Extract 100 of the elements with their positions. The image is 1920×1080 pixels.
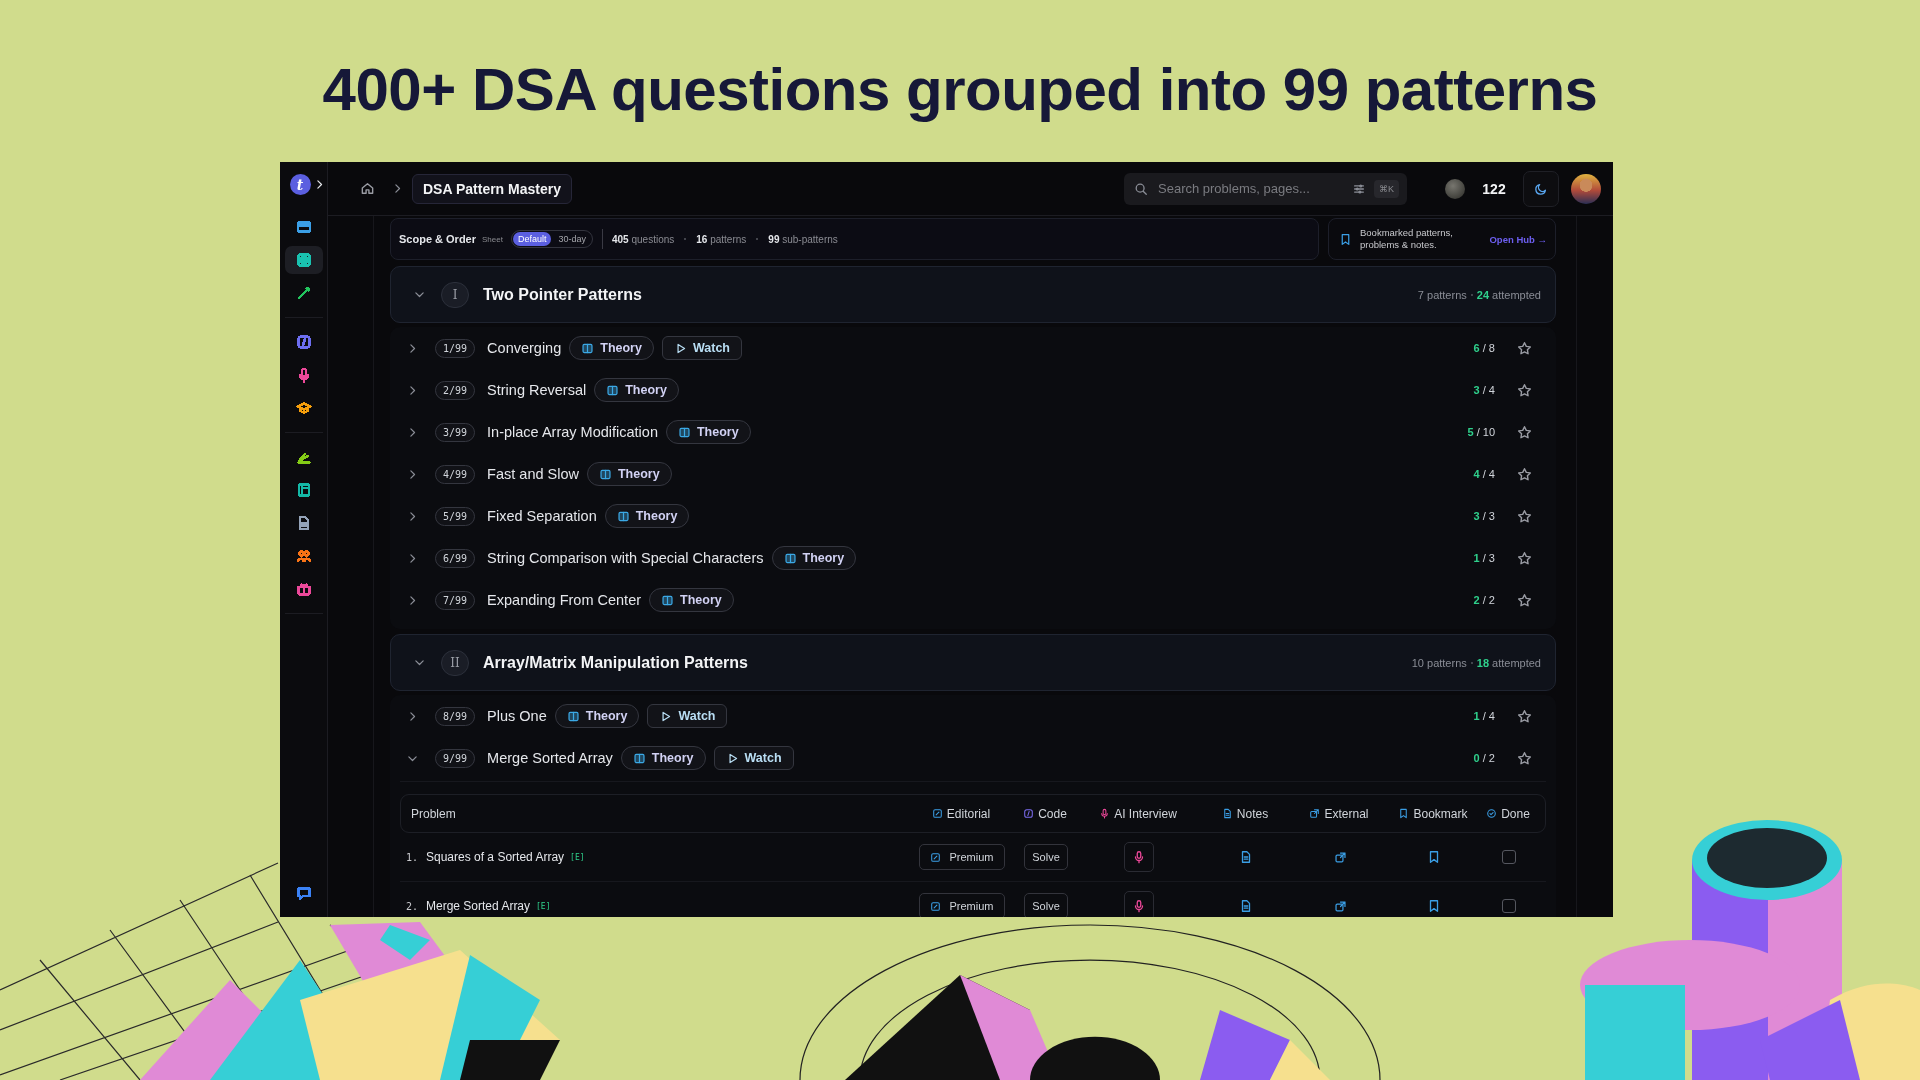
watch-button[interactable]: Watch [647, 704, 728, 728]
pattern-index: 7/99 [435, 590, 476, 610]
solve-button[interactable]: Solve [1024, 844, 1068, 870]
group-numeral: II [441, 649, 469, 676]
column-header: External [1324, 806, 1369, 821]
star-icon[interactable] [1517, 550, 1532, 566]
group-title: Two Pointer Patterns [483, 285, 642, 304]
star-icon[interactable] [1517, 592, 1532, 608]
book-icon [661, 593, 675, 607]
problem-title[interactable]: Squares of a Sorted Array [426, 850, 565, 864]
pattern-title[interactable]: Fast and Slow [487, 466, 579, 482]
theory-button[interactable]: Theory [554, 704, 640, 728]
ai-interview-button[interactable] [1124, 891, 1154, 917]
column-header: AI Interview [1114, 806, 1177, 821]
star-icon[interactable] [1517, 508, 1532, 524]
theory-button[interactable]: Theory [569, 336, 654, 360]
pattern-title[interactable]: String Reversal [487, 382, 587, 398]
document-icon[interactable] [1239, 850, 1253, 864]
search-bar[interactable]: Search problems, pages... ⌘K [1124, 172, 1407, 205]
column-header: Code [1038, 806, 1067, 821]
theory-button[interactable]: Theory [771, 546, 857, 570]
avatar[interactable] [1571, 173, 1601, 204]
sheet-option[interactable]: Default [512, 232, 552, 246]
problem-title[interactable]: Merge Sorted Array [426, 899, 531, 913]
pattern-title[interactable]: Fixed Separation [487, 508, 597, 524]
moon-icon [1534, 181, 1548, 196]
book-icon [606, 383, 620, 397]
coin-count: 122 [1481, 180, 1507, 197]
pattern-title[interactable]: In-place Array Modification [487, 424, 658, 440]
progress-count: 1 / 4 [1473, 710, 1495, 722]
star-icon[interactable] [1517, 340, 1532, 356]
pattern-index: 9/99 [435, 748, 476, 768]
premium-button[interactable]: Premium [919, 844, 1005, 870]
pattern-title[interactable]: Plus One [487, 708, 547, 724]
column-header: Bookmark [1413, 806, 1468, 821]
document-icon [1221, 808, 1233, 819]
pattern-title[interactable]: String Comparison with Special Characters [487, 550, 764, 566]
pattern-title[interactable]: Expanding From Center [487, 592, 642, 608]
filter-icon[interactable] [1352, 181, 1366, 196]
sheet-option[interactable]: 30-day [553, 232, 591, 246]
book-icon [677, 425, 691, 439]
star-icon[interactable] [1517, 382, 1532, 398]
theory-button[interactable]: Theory [620, 746, 706, 770]
group-header[interactable]: II Array/Matrix Manipulation Patterns 10 patterns 18 attempted [390, 634, 1556, 691]
book-icon [616, 509, 630, 523]
star-icon[interactable] [1517, 708, 1532, 724]
pattern-index: 1/99 [435, 338, 476, 358]
column-header: Done [1501, 806, 1530, 821]
document-icon[interactable] [1239, 899, 1253, 913]
theory-button[interactable]: Theory [649, 588, 734, 612]
star-icon[interactable] [1517, 424, 1532, 440]
search-icon [1134, 181, 1148, 196]
difficulty-tag: [E] [536, 901, 551, 911]
home-icon[interactable] [360, 181, 375, 196]
sidebar-button[interactable] [284, 246, 323, 274]
pattern-title[interactable]: Converging [487, 340, 562, 356]
ai-interview-button[interactable] [1124, 842, 1154, 872]
premium-button[interactable]: Premium [919, 893, 1005, 917]
microphone-icon [1099, 808, 1111, 819]
solve-button[interactable]: Solve [1024, 893, 1068, 917]
search-field[interactable]: Search problems, pages... [1156, 180, 1344, 197]
pattern-title[interactable]: Merge Sorted Array [487, 750, 613, 766]
column-header: Editorial [946, 806, 991, 821]
external-link-icon[interactable] [1333, 850, 1347, 864]
theory-button[interactable]: Theory [587, 462, 672, 486]
done-checkbox[interactable] [1502, 899, 1516, 913]
theme-toggle-button[interactable] [1523, 170, 1559, 207]
shortcut-key: ⌘K [1374, 179, 1399, 198]
coin-icon [1445, 178, 1465, 199]
theory-button[interactable]: Theory [665, 420, 751, 444]
group-header[interactable]: I Two Pointer Patterns 7 patterns 24 attempted [390, 266, 1556, 323]
open-hub-link[interactable]: Open Hub → [1489, 233, 1547, 245]
star-icon[interactable] [1517, 750, 1532, 766]
column-header: Problem [411, 806, 457, 821]
external-link-icon[interactable] [1333, 899, 1347, 913]
microphone-icon [1132, 850, 1146, 864]
book-icon [581, 341, 595, 355]
edit-icon [930, 900, 942, 912]
bookmark-icon[interactable] [1427, 899, 1441, 913]
attempted-count: 24 attempted [1476, 288, 1541, 301]
bookmark-icon [1398, 808, 1410, 819]
pattern-count: 7 patterns [1417, 288, 1467, 301]
sheet-label: Sheet [482, 234, 503, 244]
bookmark-icon[interactable] [1427, 850, 1441, 864]
breadcrumb[interactable]: DSA Pattern Mastery [412, 173, 572, 204]
column-header: Notes [1236, 806, 1269, 821]
progress-count: 6 / 8 [1473, 342, 1495, 354]
pattern-index: 2/99 [435, 380, 476, 400]
theory-button[interactable]: Theory [594, 378, 679, 402]
stat-text: 405 questions [612, 233, 675, 245]
logo[interactable]: t [289, 174, 311, 195]
theory-button[interactable]: Theory [604, 504, 690, 528]
watch-button[interactable]: Watch [713, 746, 794, 770]
done-checkbox[interactable] [1502, 850, 1516, 864]
progress-count: 3 / 4 [1473, 384, 1495, 396]
star-icon[interactable] [1517, 466, 1532, 482]
headline: 400+ DSA questions grouped into 99 patterns [322, 54, 1598, 124]
watch-button[interactable]: Watch [661, 336, 742, 360]
external-link-icon [1309, 808, 1321, 819]
bookmark-icon [1339, 232, 1352, 246]
